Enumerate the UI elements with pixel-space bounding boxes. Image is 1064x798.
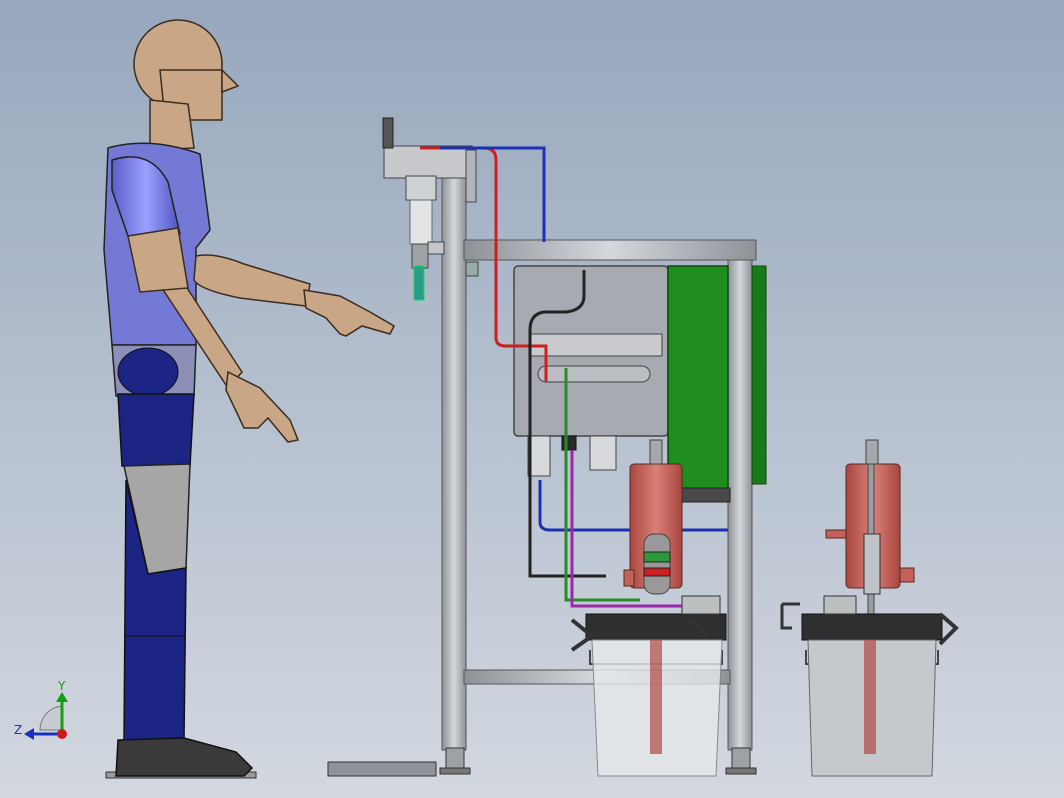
tank-2-top-fitting <box>865 439 879 465</box>
tank-1-fitting-side <box>623 569 635 587</box>
bucket-1-dip-tube <box>650 640 662 754</box>
frame-foot-right-pad <box>725 767 757 775</box>
bucket-2-dip-tube <box>864 640 876 754</box>
tank-2-gauge <box>863 533 881 595</box>
human-figure <box>103 19 395 779</box>
hand-lower <box>225 370 300 443</box>
nose <box>221 68 240 94</box>
hip-joint <box>117 347 179 397</box>
tank-2-fitting-right <box>899 567 915 583</box>
hand-upper <box>303 289 395 337</box>
green-cabinet-side <box>751 265 767 485</box>
valve-body <box>405 175 437 201</box>
foot <box>115 737 254 777</box>
control-panel <box>513 265 669 477</box>
bucket-1-valve <box>681 595 721 615</box>
red-line <box>420 146 548 382</box>
triad-arc <box>39 705 63 731</box>
frame-post-right <box>727 243 753 751</box>
tank-2-fitting-left <box>825 529 847 539</box>
cartridge-green-band <box>643 551 671 563</box>
filter-regulator-2 <box>589 435 617 471</box>
model-scene: Y Z <box>14 19 959 779</box>
filter-regulator-3 <box>561 435 577 451</box>
triad-z-label: Z <box>14 723 22 737</box>
tank-1-top-fitting <box>649 439 663 465</box>
bucket-1 <box>570 595 727 777</box>
dispense-valve-assembly <box>382 117 445 301</box>
top-mount-plate <box>465 149 477 203</box>
beam-bracket <box>465 261 479 277</box>
top-mount-block <box>383 145 473 179</box>
valve-cylinder <box>409 199 433 245</box>
valve-top-fitting <box>382 117 394 149</box>
pressure-tank-2 <box>825 439 915 615</box>
frame-post-left <box>441 151 467 751</box>
coordinate-triad: Y Z <box>14 679 68 740</box>
floor-block <box>327 761 437 777</box>
upper-arm-front <box>193 254 311 307</box>
bucket-2-valve <box>823 595 857 615</box>
manifold-bar <box>529 333 663 357</box>
green-cabinet-door <box>667 265 729 491</box>
frame-foot-left-pad <box>439 767 471 775</box>
triad-z-arrowhead <box>24 728 34 740</box>
neck <box>149 99 195 151</box>
cartridge-holder <box>643 533 671 595</box>
triad-x-axis-dot <box>57 729 67 739</box>
triad-y-label: Y <box>57 679 66 693</box>
bucket-1-lid <box>585 613 727 641</box>
bucket-2-lid <box>801 613 943 641</box>
panel-slot <box>537 365 651 383</box>
nozzle <box>413 265 425 301</box>
bucket-2-hook <box>780 602 800 630</box>
cad-viewport[interactable]: Y Z <box>0 0 1064 798</box>
thigh-upper <box>117 393 195 467</box>
valve-side-bracket <box>427 241 445 255</box>
valve-mixer <box>411 243 429 269</box>
triad-y-arrowhead <box>56 692 68 702</box>
cartridge-red-band <box>643 567 671 577</box>
bucket-2 <box>780 595 959 777</box>
frame-beam-top <box>463 239 757 261</box>
